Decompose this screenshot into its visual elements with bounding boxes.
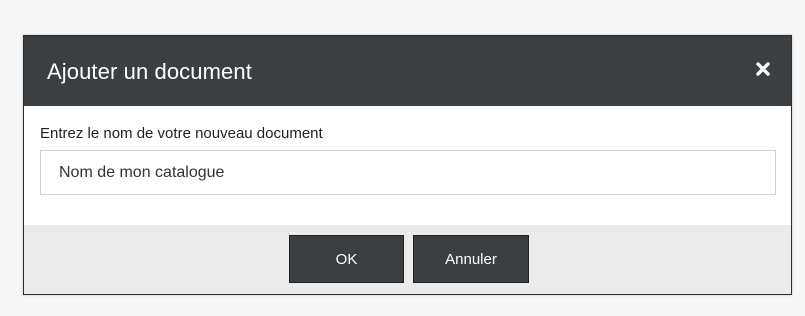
page-backdrop: Ajouter un document Entrez le nom de vot…: [0, 0, 805, 316]
dialog-body: Entrez le nom de votre nouveau document: [24, 106, 791, 225]
dialog-title: Ajouter un document: [47, 59, 252, 84]
document-name-input[interactable]: [40, 150, 776, 195]
close-x-icon: [755, 61, 771, 82]
cancel-button[interactable]: Annuler: [413, 235, 529, 283]
close-button[interactable]: [749, 57, 777, 85]
add-document-dialog: Ajouter un document Entrez le nom de vot…: [23, 35, 792, 295]
dialog-titlebar: Ajouter un document: [24, 36, 791, 106]
document-name-label: Entrez le nom de votre nouveau document: [40, 125, 323, 142]
ok-button[interactable]: OK: [289, 235, 404, 283]
dialog-footer: OK Annuler: [24, 225, 791, 294]
